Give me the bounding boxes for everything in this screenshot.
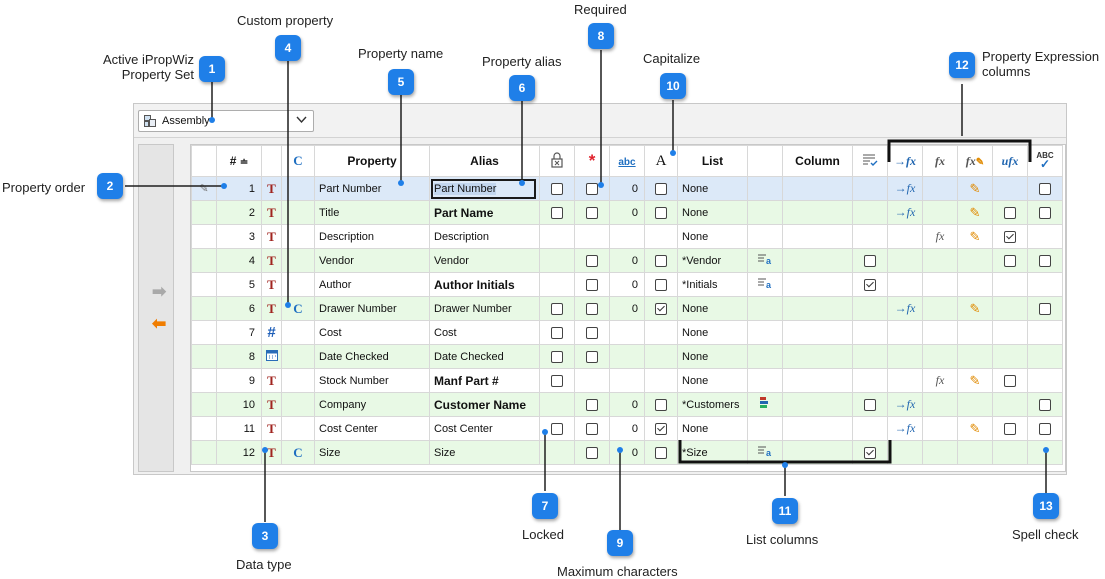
badge-13: 13 xyxy=(1033,493,1059,519)
badge-10: 10 xyxy=(660,73,686,99)
label-required: Required xyxy=(574,2,627,17)
badge-8: 8 xyxy=(588,23,614,49)
badge-7: 7 xyxy=(532,493,558,519)
label-property-name: Property name xyxy=(358,46,444,61)
badge-6: 6 xyxy=(509,75,535,101)
badge-3: 3 xyxy=(252,523,278,549)
badge-4: 4 xyxy=(275,35,301,61)
label-data-type: Data type xyxy=(236,557,292,572)
label-list-columns: List columns xyxy=(746,532,819,547)
label-capitalize: Capitalize xyxy=(643,51,701,66)
label-property-order: Property order xyxy=(2,180,86,195)
label-spell-check: Spell check xyxy=(1012,527,1079,542)
label-property-alias: Property alias xyxy=(482,54,562,69)
badge-12: 12 xyxy=(949,52,975,78)
badge-9: 9 xyxy=(607,530,633,556)
badge-2: 2 xyxy=(97,173,123,199)
label-active-property-set: Active iPropWiz Property Set xyxy=(102,52,194,82)
label-custom-property: Custom property xyxy=(237,13,334,28)
label-locked: Locked xyxy=(522,527,564,542)
badge-1: 1 xyxy=(199,56,225,82)
label-expression-columns: Property Expression columns xyxy=(982,49,1100,79)
badge-5: 5 xyxy=(388,69,414,95)
badge-11: 11 xyxy=(772,498,798,524)
label-max-chars: Maximum characters xyxy=(557,564,678,579)
